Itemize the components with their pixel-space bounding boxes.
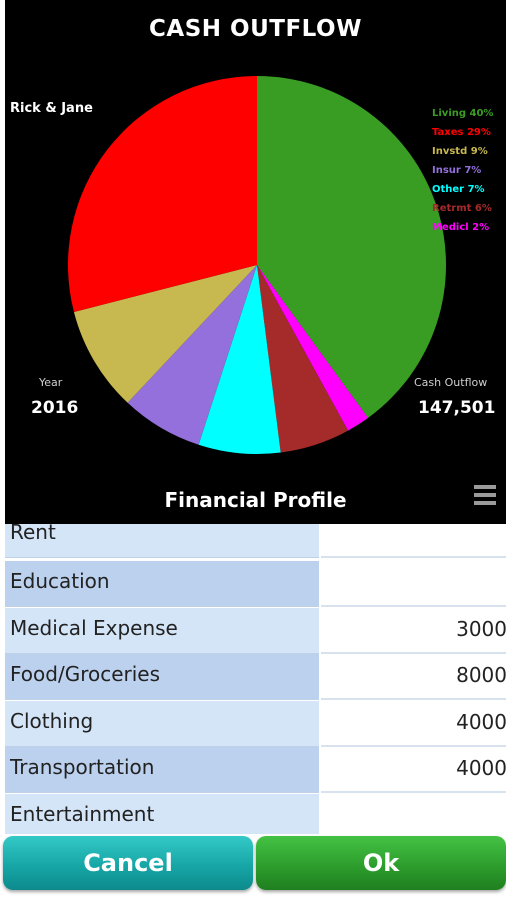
year-label: Year bbox=[39, 376, 63, 389]
clothing-input[interactable]: 4000 bbox=[321, 701, 506, 747]
cancel-button[interactable]: Cancel bbox=[3, 836, 253, 890]
row-label: Education bbox=[5, 561, 319, 607]
medical-expense-input[interactable]: 3000 bbox=[321, 608, 506, 654]
legend-item-living: Living 40% bbox=[432, 108, 494, 119]
table-row-education: Education bbox=[5, 561, 506, 607]
row-label: Clothing bbox=[5, 701, 319, 747]
row-label: Transportation bbox=[5, 747, 319, 793]
table-row-transportation: Transportation 4000 bbox=[5, 747, 506, 793]
button-bar: Cancel Ok bbox=[0, 834, 506, 900]
table-row-medical-expense: Medical Expense 3000 bbox=[5, 608, 506, 654]
hamburger-menu-icon[interactable] bbox=[474, 485, 496, 511]
transportation-input[interactable]: 4000 bbox=[321, 747, 506, 793]
table-row-rent: Rent bbox=[5, 524, 506, 558]
legend-item-invstd: Invstd 9% bbox=[432, 146, 488, 157]
financial-profile-title: Financial Profile bbox=[164, 488, 347, 512]
cash-outflow-label: Cash Outflow bbox=[414, 376, 488, 389]
row-label: Medical Expense bbox=[5, 608, 319, 654]
row-label: Food/Groceries bbox=[5, 654, 319, 700]
legend-item-medicl: Medicl 2% bbox=[432, 222, 490, 233]
entertainment-input[interactable] bbox=[321, 794, 506, 834]
food-groceries-input[interactable]: 8000 bbox=[321, 654, 506, 700]
cash-outflow-value: 147,501 bbox=[418, 398, 496, 418]
legend-item-other: Other 7% bbox=[432, 184, 485, 195]
table-row-entertainment: Entertainment bbox=[5, 794, 506, 834]
chart-panel: CASH OUTFLOW Rick & Jane Living 40% Taxe… bbox=[5, 0, 506, 524]
education-input[interactable] bbox=[321, 561, 506, 607]
table-row-food-groceries: Food/Groceries 8000 bbox=[5, 654, 506, 700]
chart-legend: Living 40% Taxes 29% Invstd 9% Insur 7% … bbox=[432, 104, 493, 237]
legend-item-insur: Insur 7% bbox=[432, 165, 482, 176]
expense-table: Rent Education Medical Expense 3000 Food… bbox=[5, 524, 506, 834]
ok-button[interactable]: Ok bbox=[256, 836, 506, 890]
table-row-clothing: Clothing 4000 bbox=[5, 701, 506, 747]
row-label: Rent bbox=[5, 524, 319, 558]
year-value: 2016 bbox=[31, 398, 79, 418]
legend-item-retrmt: Retrmt 6% bbox=[432, 203, 492, 214]
row-label: Entertainment bbox=[5, 794, 319, 834]
rent-input[interactable] bbox=[321, 524, 506, 558]
legend-item-taxes: Taxes 29% bbox=[432, 127, 491, 138]
